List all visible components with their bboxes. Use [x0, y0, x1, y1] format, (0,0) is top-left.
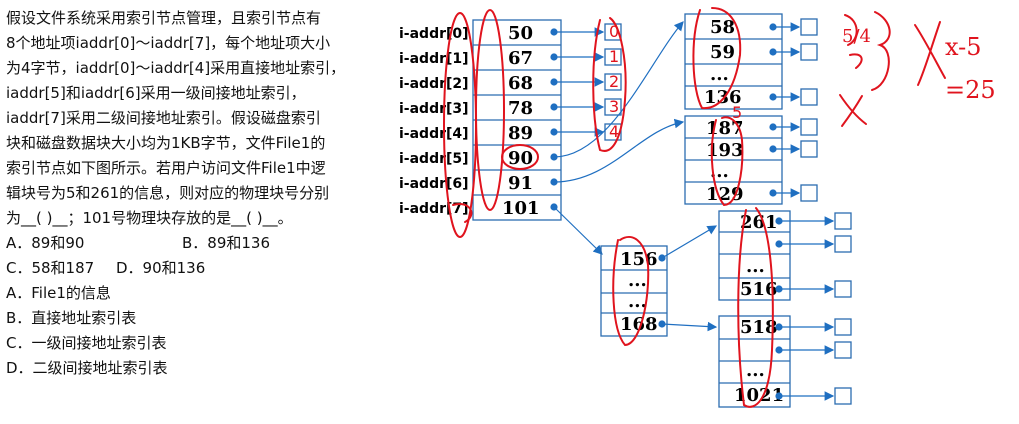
ink-note-text: x-5 [945, 33, 982, 61]
block-e-entry: ... [746, 360, 765, 381]
iaddr-value: 89 [508, 123, 533, 144]
block-c-entry: 156 [620, 249, 658, 270]
ink-note [844, 11, 891, 91]
data-blocks-de [834, 212, 852, 405]
block-c-entry: ... [628, 270, 647, 291]
iaddr-value: 67 [508, 48, 533, 69]
iaddr-label: i-addr[6] [399, 176, 469, 192]
iaddr-value: 78 [508, 98, 533, 119]
iaddr-label: i-addr[1] [399, 51, 469, 67]
inode-values: 50 67 68 78 89 90 91 101 [502, 23, 540, 219]
ink-digit: 5 [732, 103, 742, 122]
iaddr-value: 101 [502, 198, 540, 219]
data-blocks-ab [800, 18, 818, 202]
iaddr-label: i-addr[3] [399, 101, 469, 117]
block-c-entry: ... [628, 291, 647, 312]
ink-digit: 4 [609, 122, 619, 141]
block-a-entry: 59 [710, 42, 735, 63]
block-a-entry: 58 [710, 17, 735, 38]
iaddr-label: i-addr[2] [399, 76, 469, 92]
ink-note [914, 21, 946, 86]
iaddr-labels: i-addr[0] i-addr[1] i-addr[2] i-addr[3] … [399, 26, 469, 217]
ink-note-text: =25 [945, 76, 996, 104]
handwritten-notes: 5/4 x-5 =25 [842, 26, 996, 104]
block-d-entry: ... [746, 256, 765, 277]
ink-digit: 1 [609, 47, 619, 66]
ink-note [839, 94, 867, 127]
ink-digit: 0 [609, 22, 619, 41]
ink-digit: 3 [609, 97, 619, 116]
ink-loop [475, 9, 505, 211]
ink-digit: 2 [609, 72, 619, 91]
iaddr-value: 68 [508, 73, 533, 94]
iaddr-label: i-addr[0] [399, 26, 469, 42]
iaddr-label: i-addr[5] [399, 151, 469, 167]
block-a-entry: ... [710, 64, 729, 85]
iaddr-label: i-addr[4] [399, 126, 469, 142]
inode-diagram: i-addr[0] i-addr[1] i-addr[2] i-addr[3] … [399, 7, 996, 408]
iaddr-value: 50 [508, 23, 533, 44]
arrows-ab [769, 22, 801, 198]
arrows-de [775, 216, 835, 401]
iaddr-value: 90 [508, 148, 533, 169]
iaddr-value: 91 [508, 173, 533, 194]
ink-note-text: 5/4 [842, 26, 871, 47]
